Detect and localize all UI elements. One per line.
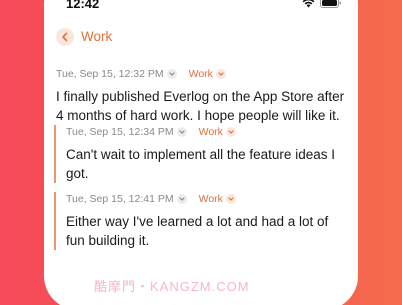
reply-timestamp[interactable]: Tue, Sep 15, 12:34 PM [66,126,174,138]
reply-meta: Tue, Sep 15, 12:41 PM Work [66,192,348,206]
page-title: Work [81,29,113,44]
reply-entry[interactable]: Tue, Sep 15, 12:41 PM Work Either way I'… [54,192,348,250]
entry-text[interactable]: I finally published Everlog on the App S… [56,87,348,125]
wifi-icon [302,0,315,8]
chevron-down-icon[interactable] [176,127,187,137]
entry-meta: Tue, Sep 15, 12:32 PM Work [56,67,348,81]
journal-entry[interactable]: Tue, Sep 15, 12:32 PM Work I finally pub… [56,67,348,125]
reply-tag[interactable]: Work [199,193,223,205]
reply-entry[interactable]: Tue, Sep 15, 12:34 PM Work Can't wait to… [54,125,348,183]
reply-tag[interactable]: Work [199,126,223,138]
chevron-down-icon[interactable] [225,127,236,137]
entry-timestamp[interactable]: Tue, Sep 15, 12:32 PM [56,68,164,80]
chevron-left-icon [62,32,68,42]
battery-icon [320,0,341,8]
reply-text[interactable]: Can't wait to implement all the feature … [66,145,348,183]
chevron-down-icon[interactable] [176,194,187,204]
status-time: 12:42 [66,0,100,11]
entry-tag[interactable]: Work [189,68,213,80]
phone-screen: 12:42 Work Tue, Sep 15, 12:32 PM Work I … [44,0,358,305]
reply-timestamp[interactable]: Tue, Sep 15, 12:41 PM [66,193,174,205]
status-icons [302,0,342,8]
header: Work [44,26,358,50]
watermark: 酷摩門・KANGZM.COM [94,279,250,294]
reply-meta: Tue, Sep 15, 12:34 PM Work [66,125,348,139]
chevron-down-icon[interactable] [225,194,236,204]
chevron-down-icon[interactable] [215,69,226,79]
back-button[interactable] [56,28,74,46]
chevron-down-icon[interactable] [166,69,177,79]
status-bar: 12:42 [44,0,358,14]
reply-text[interactable]: Either way I've learned a lot and had a … [66,212,348,250]
